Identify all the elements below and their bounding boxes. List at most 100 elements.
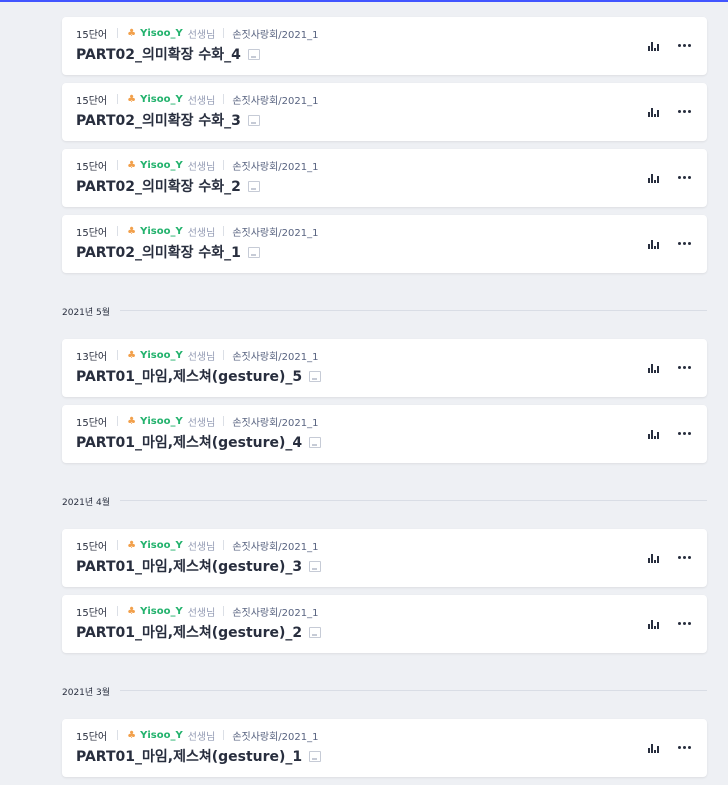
date-group-header: 2021년 3월: [62, 661, 707, 719]
divider: [120, 689, 707, 691]
divider: [117, 94, 119, 104]
study-set-card[interactable]: 13단어 ♣ Yisoo_Y 선생님 손짓사랑회/2021_1 PART01_마…: [62, 339, 707, 397]
bar-chart-icon[interactable]: [647, 427, 659, 439]
bar-chart-icon[interactable]: [647, 171, 659, 183]
username-link[interactable]: Yisoo_Y: [140, 226, 183, 237]
study-set-title-row: PART01_마임,제스쳐(gesture)_1: [76, 746, 322, 766]
bar-chart-icon[interactable]: [647, 237, 659, 249]
username-link[interactable]: Yisoo_Y: [140, 160, 183, 171]
divider: [223, 28, 225, 38]
study-set-card[interactable]: 15단어 ♣ Yisoo_Y 선생님 손짓사랑회/2021_1 PART01_마…: [62, 529, 707, 587]
image-icon: [309, 560, 322, 572]
teacher-badge: 선생님: [187, 731, 216, 743]
study-set-meta: 15단어 ♣ Yisoo_Y 선생님 손짓사랑회/2021_1: [76, 92, 319, 107]
more-horizontal-icon[interactable]: [677, 360, 691, 374]
study-set-card[interactable]: 15단어 ♣ Yisoo_Y 선생님 손짓사랑회/2021_1 PART01_마…: [62, 405, 707, 463]
study-set-title[interactable]: PART01_마임,제스쳐(gesture)_4: [76, 432, 302, 452]
study-set-meta: 15단어 ♣ Yisoo_Y 선생님 손짓사랑회/2021_1: [76, 728, 319, 743]
folder-link[interactable]: 손짓사랑회/2021_1: [232, 92, 318, 107]
folder-link[interactable]: 손짓사랑회/2021_1: [232, 728, 318, 743]
study-set-card[interactable]: 15단어 ♣ Yisoo_Y 선생님 손짓사랑회/2021_1 PART01_마…: [62, 595, 707, 653]
more-horizontal-icon[interactable]: [677, 170, 691, 184]
bar-chart-icon[interactable]: [647, 741, 659, 753]
top-accent-bar: [0, 0, 728, 2]
username-link[interactable]: Yisoo_Y: [140, 730, 183, 741]
teacher-badge: 선생님: [187, 161, 216, 173]
more-horizontal-icon[interactable]: [677, 740, 691, 754]
more-horizontal-icon[interactable]: [677, 38, 691, 52]
study-set-title[interactable]: PART02_의미확장 수화_3: [76, 110, 241, 130]
study-set-card[interactable]: 15단어 ♣ Yisoo_Y 선생님 손짓사랑회/2021_1 PART02_의…: [62, 149, 707, 207]
divider: [223, 226, 225, 236]
username-link[interactable]: Yisoo_Y: [140, 416, 183, 427]
divider: [117, 606, 119, 616]
study-set-title-row: PART01_마임,제스쳐(gesture)_2: [76, 622, 322, 642]
folder-link[interactable]: 손짓사랑회/2021_1: [232, 604, 318, 619]
bar-chart-icon[interactable]: [647, 105, 659, 117]
divider: [223, 94, 225, 104]
bar-chart-icon[interactable]: [647, 361, 659, 373]
divider: [120, 309, 707, 311]
study-set-title[interactable]: PART01_마임,제스쳐(gesture)_2: [76, 622, 302, 642]
folder-link[interactable]: 손짓사랑회/2021_1: [232, 224, 318, 239]
study-set-card[interactable]: 15단어 ♣ Yisoo_Y 선생님 손짓사랑회/2021_1 PART01_마…: [62, 719, 707, 777]
more-horizontal-icon[interactable]: [677, 616, 691, 630]
image-icon: [309, 370, 322, 382]
username-link[interactable]: Yisoo_Y: [140, 350, 183, 361]
divider: [223, 540, 225, 550]
more-horizontal-icon[interactable]: [677, 104, 691, 118]
study-set-card[interactable]: 15단어 ♣ Yisoo_Y 선생님 손짓사랑회/2021_1 PART02_의…: [62, 215, 707, 273]
avatar-icon: ♣: [127, 93, 137, 105]
study-set-title[interactable]: PART02_의미확장 수화_1: [76, 242, 241, 262]
avatar-icon: ♣: [127, 225, 137, 237]
study-set-card[interactable]: 15단어 ♣ Yisoo_Y 선생님 손짓사랑회/2021_1 PART02_의…: [62, 17, 707, 75]
divider: [223, 160, 225, 170]
term-count: 13단어: [76, 351, 108, 363]
folder-link[interactable]: 손짓사랑회/2021_1: [232, 538, 318, 553]
more-horizontal-icon[interactable]: [677, 550, 691, 564]
username-link[interactable]: Yisoo_Y: [140, 28, 183, 39]
date-group-label: 2021년 5월: [62, 307, 111, 318]
study-set-meta: 15단어 ♣ Yisoo_Y 선생님 손짓사랑회/2021_1: [76, 604, 319, 619]
username-link[interactable]: Yisoo_Y: [140, 606, 183, 617]
more-horizontal-icon[interactable]: [677, 426, 691, 440]
study-set-list: 15단어 ♣ Yisoo_Y 선생님 손짓사랑회/2021_1 PART02_의…: [62, 17, 707, 785]
date-group-label: 2021년 3월: [62, 687, 111, 698]
study-set-title-row: PART01_마임,제스쳐(gesture)_3: [76, 556, 322, 576]
folder-link[interactable]: 손짓사랑회/2021_1: [232, 414, 318, 429]
study-set-title[interactable]: PART01_마임,제스쳐(gesture)_5: [76, 366, 302, 386]
image-icon: [309, 750, 322, 762]
divider: [117, 350, 119, 360]
term-count: 15단어: [76, 29, 108, 41]
teacher-badge: 선생님: [187, 417, 216, 429]
divider: [223, 350, 225, 360]
study-set-title[interactable]: PART01_마임,제스쳐(gesture)_3: [76, 556, 302, 576]
bar-chart-icon[interactable]: [647, 551, 659, 563]
study-set-title-row: PART02_의미확장 수화_3: [76, 110, 260, 130]
avatar-icon: ♣: [127, 415, 137, 427]
folder-link[interactable]: 손짓사랑회/2021_1: [232, 158, 318, 173]
bar-chart-icon[interactable]: [647, 617, 659, 629]
more-horizontal-icon[interactable]: [677, 236, 691, 250]
date-group-header: 2021년 5월: [62, 281, 707, 339]
teacher-badge: 선생님: [187, 541, 216, 553]
username-link[interactable]: Yisoo_Y: [140, 540, 183, 551]
image-icon: [247, 246, 260, 258]
folder-link[interactable]: 손짓사랑회/2021_1: [232, 26, 318, 41]
image-icon: [309, 626, 322, 638]
study-set-title[interactable]: PART01_마임,제스쳐(gesture)_1: [76, 746, 302, 766]
bar-chart-icon[interactable]: [647, 39, 659, 51]
username-link[interactable]: Yisoo_Y: [140, 94, 183, 105]
teacher-badge: 선생님: [187, 607, 216, 619]
study-set-card[interactable]: 15단어 ♣ Yisoo_Y 선생님 손짓사랑회/2021_1 PART02_의…: [62, 83, 707, 141]
term-count: 15단어: [76, 541, 108, 553]
study-set-meta: 15단어 ♣ Yisoo_Y 선생님 손짓사랑회/2021_1: [76, 26, 319, 41]
folder-link[interactable]: 손짓사랑회/2021_1: [232, 348, 318, 363]
study-set-title[interactable]: PART02_의미확장 수화_2: [76, 176, 241, 196]
term-count: 15단어: [76, 95, 108, 107]
divider: [223, 416, 225, 426]
study-set-title[interactable]: PART02_의미확장 수화_4: [76, 44, 241, 64]
teacher-badge: 선생님: [187, 95, 216, 107]
image-icon: [309, 436, 322, 448]
divider: [117, 416, 119, 426]
